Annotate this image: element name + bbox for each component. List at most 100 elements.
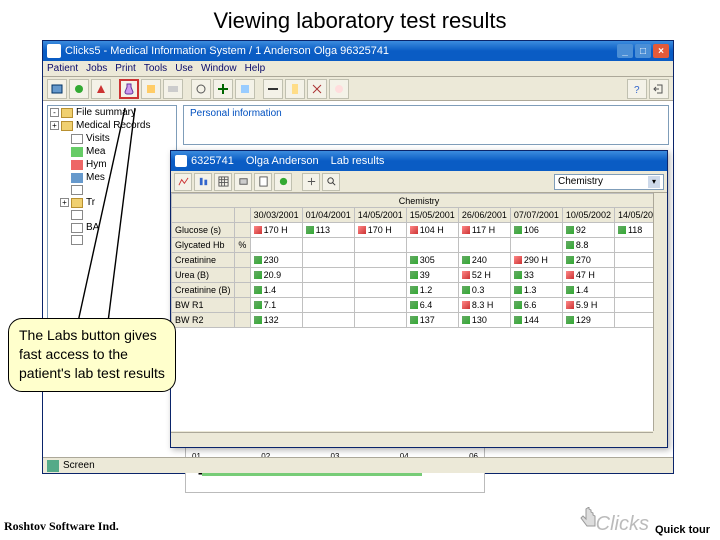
- lab-value-cell[interactable]: [302, 253, 354, 268]
- lab-value-cell[interactable]: [354, 253, 406, 268]
- lab-value-cell[interactable]: 305: [406, 253, 458, 268]
- toolbar-btn-7[interactable]: [191, 79, 211, 99]
- toolbar-btn-1[interactable]: [47, 79, 67, 99]
- lab-value-cell[interactable]: 33: [510, 268, 562, 283]
- toolbar-btn-13[interactable]: [329, 79, 349, 99]
- lab-row[interactable]: Glucose (s)170 H113170 H104 H117 H106921…: [172, 223, 667, 238]
- lab-value-cell[interactable]: 92: [562, 223, 614, 238]
- lab-value-cell[interactable]: [354, 268, 406, 283]
- toolbar-btn-3[interactable]: [91, 79, 111, 99]
- exit-icon[interactable]: [649, 79, 669, 99]
- tree-item[interactable]: BA: [48, 221, 176, 234]
- lab-value-cell[interactable]: 20.9: [250, 268, 302, 283]
- lab-value-cell[interactable]: 6.6: [510, 298, 562, 313]
- lab-value-cell[interactable]: [302, 238, 354, 253]
- lab-value-cell[interactable]: 5.9 H: [562, 298, 614, 313]
- tree-item[interactable]: Hym: [48, 158, 176, 171]
- lab-value-cell[interactable]: 130: [458, 313, 510, 328]
- toolbar-btn-6[interactable]: [163, 79, 183, 99]
- tree-expand-icon[interactable]: -: [50, 108, 59, 117]
- lab-value-cell[interactable]: 144: [510, 313, 562, 328]
- lab-value-cell[interactable]: 8.8: [562, 238, 614, 253]
- lab-value-cell[interactable]: 47 H: [562, 268, 614, 283]
- lab-value-cell[interactable]: 1.2: [406, 283, 458, 298]
- lab-value-cell[interactable]: 6.4: [406, 298, 458, 313]
- lab-value-cell[interactable]: [458, 238, 510, 253]
- lab-value-cell[interactable]: 1.3: [510, 283, 562, 298]
- lab-value-cell[interactable]: [406, 238, 458, 253]
- minimize-button[interactable]: _: [617, 44, 633, 58]
- tree-item[interactable]: [48, 234, 176, 246]
- lab-value-cell[interactable]: 129: [562, 313, 614, 328]
- lab-value-cell[interactable]: 8.3 H: [458, 298, 510, 313]
- lab-row[interactable]: BW R2132137130144129: [172, 313, 667, 328]
- lab-value-cell[interactable]: 117 H: [458, 223, 510, 238]
- menu-jobs[interactable]: Jobs: [86, 63, 107, 74]
- menu-tools[interactable]: Tools: [144, 63, 167, 74]
- lab-value-cell[interactable]: [354, 313, 406, 328]
- lab-value-cell[interactable]: 104 H: [406, 223, 458, 238]
- lab-value-cell[interactable]: [354, 238, 406, 253]
- lab-date-header[interactable]: 14/05/2001: [354, 208, 406, 223]
- lab-value-cell[interactable]: [510, 238, 562, 253]
- tree-item[interactable]: Mea: [48, 145, 176, 158]
- tree-item[interactable]: Mes: [48, 171, 176, 184]
- toolbar-btn-10[interactable]: [263, 79, 283, 99]
- tree-item[interactable]: [48, 184, 176, 196]
- lab-date-header[interactable]: 26/06/2001: [458, 208, 510, 223]
- lab-value-cell[interactable]: 170 H: [354, 223, 406, 238]
- lab-value-cell[interactable]: 170 H: [250, 223, 302, 238]
- lab-value-cell[interactable]: 230: [250, 253, 302, 268]
- lab-tb-7[interactable]: [302, 173, 320, 191]
- lab-value-cell[interactable]: [354, 283, 406, 298]
- close-button[interactable]: ×: [653, 44, 669, 58]
- lab-scroll-vertical[interactable]: [653, 193, 667, 431]
- lab-value-cell[interactable]: 1.4: [562, 283, 614, 298]
- lab-date-header[interactable]: 01/04/2001: [302, 208, 354, 223]
- menu-print[interactable]: Print: [115, 63, 136, 74]
- lab-tb-4[interactable]: [234, 173, 252, 191]
- lab-tb-6[interactable]: [274, 173, 292, 191]
- toolbar-btn-12[interactable]: [307, 79, 327, 99]
- lab-scroll-horizontal[interactable]: [171, 432, 653, 447]
- menu-patient[interactable]: Patient: [47, 63, 78, 74]
- toolbar-btn-11[interactable]: [285, 79, 305, 99]
- tree-item[interactable]: [48, 209, 176, 221]
- lab-tb-1[interactable]: [174, 173, 192, 191]
- lab-value-cell[interactable]: 0.3: [458, 283, 510, 298]
- lab-row[interactable]: Urea (B)20.93952 H3347 H: [172, 268, 667, 283]
- lab-date-header[interactable]: 10/05/2002: [562, 208, 614, 223]
- lab-titlebar[interactable]: 6325741 Olga Anderson Lab results: [171, 151, 667, 171]
- lab-value-cell[interactable]: 106: [510, 223, 562, 238]
- tree-expand-icon[interactable]: +: [60, 198, 69, 207]
- toolbar-btn-8[interactable]: [213, 79, 233, 99]
- menu-window[interactable]: Window: [201, 63, 237, 74]
- lab-results-grid[interactable]: Chemistry30/03/200101/04/200114/05/20011…: [171, 193, 667, 431]
- lab-value-cell[interactable]: 39: [406, 268, 458, 283]
- menu-use[interactable]: Use: [175, 63, 193, 74]
- lab-value-cell[interactable]: 52 H: [458, 268, 510, 283]
- lab-value-cell[interactable]: 1.4: [250, 283, 302, 298]
- lab-tb-2[interactable]: [194, 173, 212, 191]
- toolbar-btn-2[interactable]: [69, 79, 89, 99]
- lab-value-cell[interactable]: 240: [458, 253, 510, 268]
- lab-row[interactable]: Creatinine230305240290 H270: [172, 253, 667, 268]
- lab-value-cell[interactable]: [302, 298, 354, 313]
- tree-item[interactable]: +Medical Records: [48, 119, 176, 132]
- lab-value-cell[interactable]: 290 H: [510, 253, 562, 268]
- lab-row[interactable]: Creatinine (B)1.41.20.31.31.4: [172, 283, 667, 298]
- lab-tb-5[interactable]: [254, 173, 272, 191]
- tree-item[interactable]: Visits: [48, 132, 176, 145]
- lab-row[interactable]: BW R17.16.48.3 H6.65.9 H: [172, 298, 667, 313]
- lab-value-cell[interactable]: 137: [406, 313, 458, 328]
- lab-value-cell[interactable]: 132: [250, 313, 302, 328]
- lab-value-cell[interactable]: [250, 238, 302, 253]
- lab-value-cell[interactable]: 7.1: [250, 298, 302, 313]
- toolbar-btn-5[interactable]: [141, 79, 161, 99]
- lab-date-header[interactable]: 15/05/2001: [406, 208, 458, 223]
- lab-value-cell[interactable]: 113: [302, 223, 354, 238]
- labs-button[interactable]: [119, 79, 139, 99]
- tree-item[interactable]: +Tr: [48, 196, 176, 209]
- lab-tb-8[interactable]: [322, 173, 340, 191]
- lab-panel-combo[interactable]: Chemistry ▾: [554, 174, 664, 190]
